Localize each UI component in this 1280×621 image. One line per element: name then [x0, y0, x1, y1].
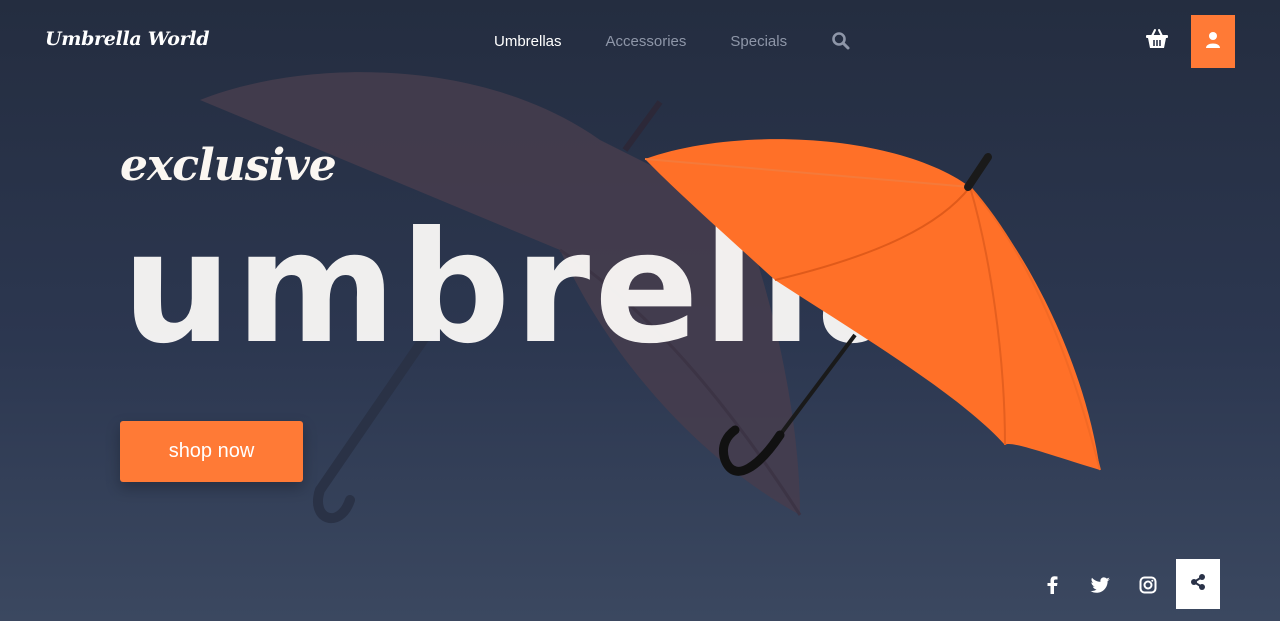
search-icon[interactable]	[831, 31, 851, 51]
site-logo[interactable]: Umbrella World	[45, 28, 210, 50]
nav-item-specials[interactable]: Specials	[730, 33, 787, 50]
nav-item-accessories[interactable]: Accessories	[606, 33, 687, 50]
orange-umbrella-image	[644, 139, 1101, 476]
instagram-icon[interactable]	[1136, 573, 1160, 597]
facebook-icon[interactable]	[1040, 573, 1064, 597]
user-account-button[interactable]	[1191, 15, 1235, 68]
hero-eyebrow: exclusive	[120, 140, 337, 191]
share-icon	[1190, 573, 1206, 595]
twitter-icon[interactable]	[1088, 573, 1112, 597]
user-icon	[1205, 31, 1221, 53]
shop-now-button[interactable]: shop now	[120, 421, 303, 482]
main-nav: Umbrellas Accessories Specials	[494, 31, 851, 51]
social-links	[1040, 560, 1184, 609]
basket-icon[interactable]	[1145, 28, 1169, 50]
nav-item-umbrellas[interactable]: Umbrellas	[494, 33, 562, 50]
share-button[interactable]	[1176, 559, 1220, 609]
